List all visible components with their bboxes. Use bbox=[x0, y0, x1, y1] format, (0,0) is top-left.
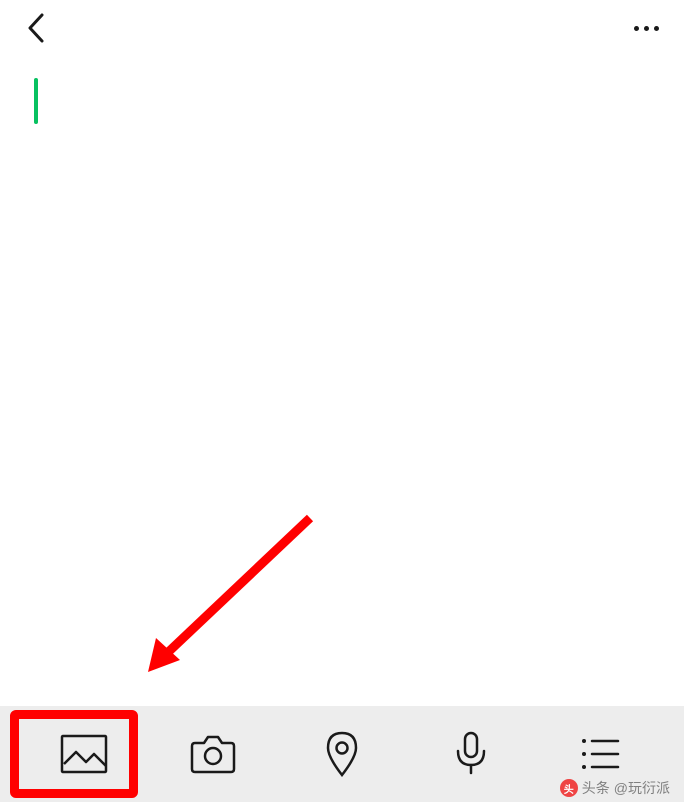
toolbar-location-button[interactable] bbox=[309, 721, 375, 787]
watermark: 头 头条 @玩衍派 bbox=[560, 778, 670, 798]
watermark-logo-icon: 头 bbox=[560, 779, 578, 797]
toolbar-voice-button[interactable] bbox=[438, 721, 504, 787]
editor-textarea[interactable] bbox=[0, 78, 684, 706]
more-dot-icon bbox=[634, 26, 639, 31]
camera-icon bbox=[190, 734, 236, 774]
more-dot-icon bbox=[644, 26, 649, 31]
back-button[interactable] bbox=[18, 10, 54, 46]
header-bar bbox=[0, 0, 684, 56]
chevron-left-icon bbox=[26, 12, 46, 44]
list-icon bbox=[580, 736, 620, 772]
location-icon bbox=[324, 731, 360, 777]
more-dot-icon bbox=[654, 26, 659, 31]
watermark-text: @玩衍派 bbox=[614, 778, 670, 798]
voice-icon bbox=[454, 731, 488, 777]
toolbar-camera-button[interactable] bbox=[180, 721, 246, 787]
text-cursor bbox=[34, 78, 38, 124]
image-icon bbox=[60, 734, 108, 774]
more-button[interactable] bbox=[626, 10, 666, 46]
watermark-prefix: 头条 bbox=[582, 778, 610, 798]
toolbar-image-button[interactable] bbox=[51, 721, 117, 787]
